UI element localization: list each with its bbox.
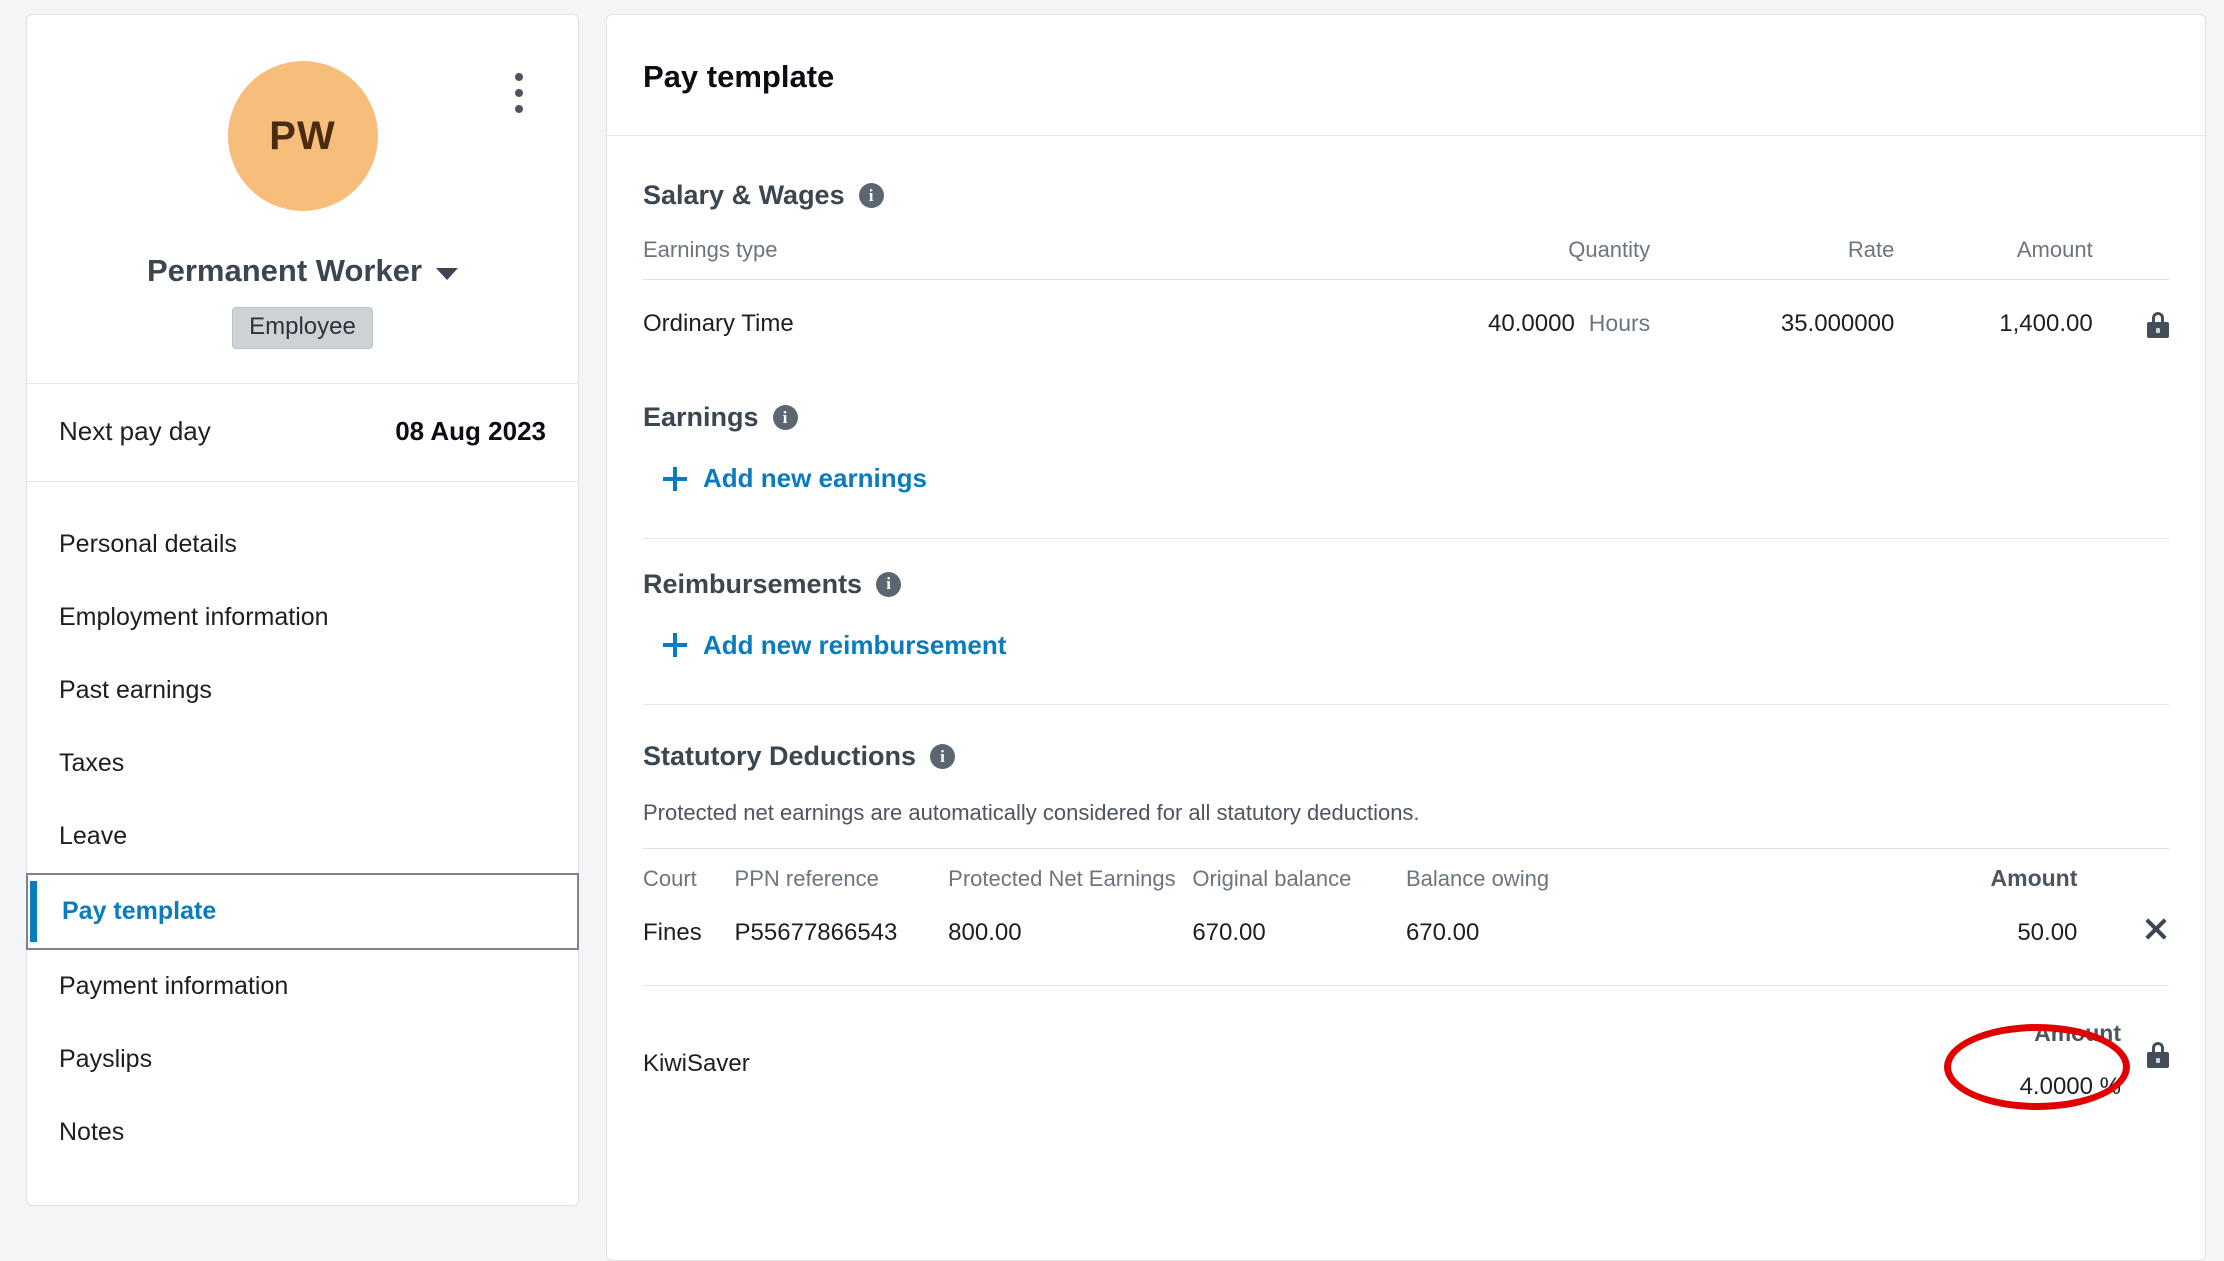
sidebar-item-past-earnings[interactable]: Past earnings — [27, 654, 578, 727]
cell-original-balance: 670.00 — [1192, 918, 1266, 946]
cell-quantity: 40.0000 Hours — [1314, 280, 1650, 369]
table-header-row: Earnings type Quantity Rate Amount — [643, 211, 2169, 280]
section-salary-wages: Salary & Wages i Earnings type Quantity … — [643, 136, 2169, 368]
cell-rate: 35.000000 — [1780, 310, 1895, 337]
column-remove — [2077, 849, 2169, 903]
section-earnings: Earnings i Add new earnings — [643, 368, 2169, 539]
section-statutory-deductions: Statutory Deductions i Protected net ear… — [643, 705, 2169, 1101]
employee-sidebar: PW Permanent Worker Employee Next pay da… — [0, 0, 600, 1206]
lock-icon — [2147, 311, 2169, 338]
next-pay-day-value: 08 Aug 2023 — [395, 416, 546, 446]
kiwisaver-amount-value: 4.0000 % — [2019, 1073, 2121, 1100]
close-icon[interactable] — [2143, 916, 2169, 942]
employee-card: PW Permanent Worker Employee Next pay da… — [26, 14, 579, 1206]
next-pay-day-row: Next pay day 08 Aug 2023 — [27, 384, 578, 482]
salary-wages-table: Earnings type Quantity Rate Amount Ordin… — [643, 211, 2169, 368]
employee-name-row: Permanent Worker — [27, 253, 578, 289]
statutory-deductions-title: Statutory Deductions — [643, 741, 917, 771]
sidebar-item-personal-details[interactable]: Personal details — [27, 508, 578, 581]
panel-header: Pay template — [607, 15, 2205, 136]
kiwisaver-label: KiwiSaver — [643, 1050, 750, 1077]
lock-icon — [2147, 1042, 2169, 1068]
quantity-value: 40.0000 — [1488, 310, 1575, 337]
cell-court: Fines — [643, 918, 702, 946]
column-quantity: Quantity — [1568, 237, 1651, 262]
page-title: Pay template — [643, 59, 835, 94]
employee-card-header: PW Permanent Worker Employee — [27, 15, 578, 384]
column-ppn-reference: PPN reference — [734, 865, 879, 891]
column-original-balance: Original balance — [1192, 865, 1352, 891]
avatar-initials: PW — [269, 113, 336, 158]
sidebar-item-notes[interactable]: Notes — [27, 1096, 578, 1169]
earnings-title: Earnings — [643, 402, 759, 432]
add-new-reimbursement-button[interactable]: Add new reimbursement — [663, 630, 1006, 661]
table-row[interactable]: Ordinary Time 40.0000 Hours 35.000000 1,4… — [643, 279, 2169, 369]
plus-icon — [663, 466, 687, 491]
salary-wages-heading: Salary & Wages i — [643, 180, 2169, 211]
more-options-icon[interactable] — [508, 73, 530, 113]
pay-template-panel: Pay template Salary & Wages i Earnings t… — [606, 14, 2206, 1261]
kiwisaver-amount-header: Amount — [2034, 1020, 2121, 1046]
kebab-dot — [515, 73, 523, 81]
employee-name: Permanent Worker — [146, 253, 423, 288]
column-amount: Amount — [2016, 237, 2093, 262]
info-icon[interactable]: i — [858, 183, 884, 208]
cell-amount: 1,400.00 — [1999, 310, 2093, 337]
plus-icon — [663, 633, 687, 657]
statutory-deductions-note: Protected net earnings are automatically… — [643, 800, 1420, 825]
cell-remove — [2077, 902, 2169, 979]
kiwisaver-row: KiwiSaver Amount 4.0000 % — [643, 985, 2169, 1101]
cell-lock — [2093, 280, 2169, 369]
sidebar-item-leave[interactable]: Leave — [27, 800, 578, 873]
column-balance-owing: Balance owing — [1405, 865, 1550, 891]
chevron-down-icon[interactable] — [436, 268, 459, 280]
column-protected-net-earnings: Protected Net Earnings — [948, 865, 1176, 891]
cell-earnings-type: Ordinary Time — [643, 310, 794, 337]
info-icon[interactable]: i — [772, 405, 798, 430]
add-new-earnings-label: Add new earnings — [703, 463, 927, 493]
column-earnings-type: Earnings type — [643, 237, 778, 262]
panel-body: Salary & Wages i Earnings type Quantity … — [607, 136, 2205, 1101]
status-badge: Employee — [232, 307, 373, 349]
sidebar-item-pay-template[interactable]: Pay template — [26, 873, 579, 950]
info-icon[interactable]: i — [930, 744, 956, 769]
salary-wages-title: Salary & Wages — [643, 180, 845, 210]
cell-ppn-reference: P55677866543 — [734, 918, 898, 946]
sidebar-item-payment-information[interactable]: Payment information — [27, 950, 578, 1023]
next-pay-day-label: Next pay day — [59, 416, 211, 446]
sidebar-item-payslips[interactable]: Payslips — [27, 1023, 578, 1096]
quantity-unit: Hours — [1588, 310, 1651, 336]
column-lock — [2093, 211, 2169, 280]
cell-amount: 50.00 — [2017, 918, 2078, 946]
cell-balance-owing: 670.00 — [1405, 918, 1480, 946]
table-header-row: Court PPN reference Protected Net Earnin… — [643, 848, 2169, 903]
sidebar-item-employment-information[interactable]: Employment information — [27, 581, 578, 654]
main-content: Pay template Salary & Wages i Earnings t… — [600, 0, 2224, 1261]
column-rate: Rate — [1847, 237, 1895, 262]
statutory-deductions-heading: Statutory Deductions i — [643, 741, 2169, 772]
kebab-dot — [515, 105, 523, 113]
sidebar-item-taxes[interactable]: Taxes — [27, 727, 578, 800]
column-amount: Amount — [1990, 865, 2078, 891]
kebab-dot — [515, 89, 523, 97]
reimbursements-title: Reimbursements — [643, 568, 863, 599]
earnings-heading: Earnings i — [643, 402, 2169, 433]
info-icon[interactable]: i — [876, 571, 902, 597]
add-new-reimbursement-label: Add new reimbursement — [703, 629, 1007, 660]
employee-nav: Personal details Employment information … — [26, 482, 579, 1205]
cell-protected-net-earnings: 800.00 — [948, 918, 1022, 946]
column-court: Court — [643, 865, 697, 891]
app-root: PW Permanent Worker Employee Next pay da… — [0, 0, 2224, 1261]
kiwisaver-lock — [2147, 1020, 2169, 1068]
reimbursements-heading: Reimbursements i — [643, 569, 2169, 600]
avatar: PW — [227, 61, 378, 211]
add-new-earnings-button[interactable]: Add new earnings — [663, 463, 927, 494]
table-row[interactable]: Fines P55677866543 800.00 670.00 670.00 … — [643, 902, 2169, 979]
statutory-deductions-table: Court PPN reference Protected Net Earnin… — [643, 848, 2169, 979]
kiwisaver-amount: Amount 4.0000 % — [2020, 1020, 2147, 1101]
section-reimbursements: Reimbursements i Add new reimbursement — [643, 539, 2169, 705]
